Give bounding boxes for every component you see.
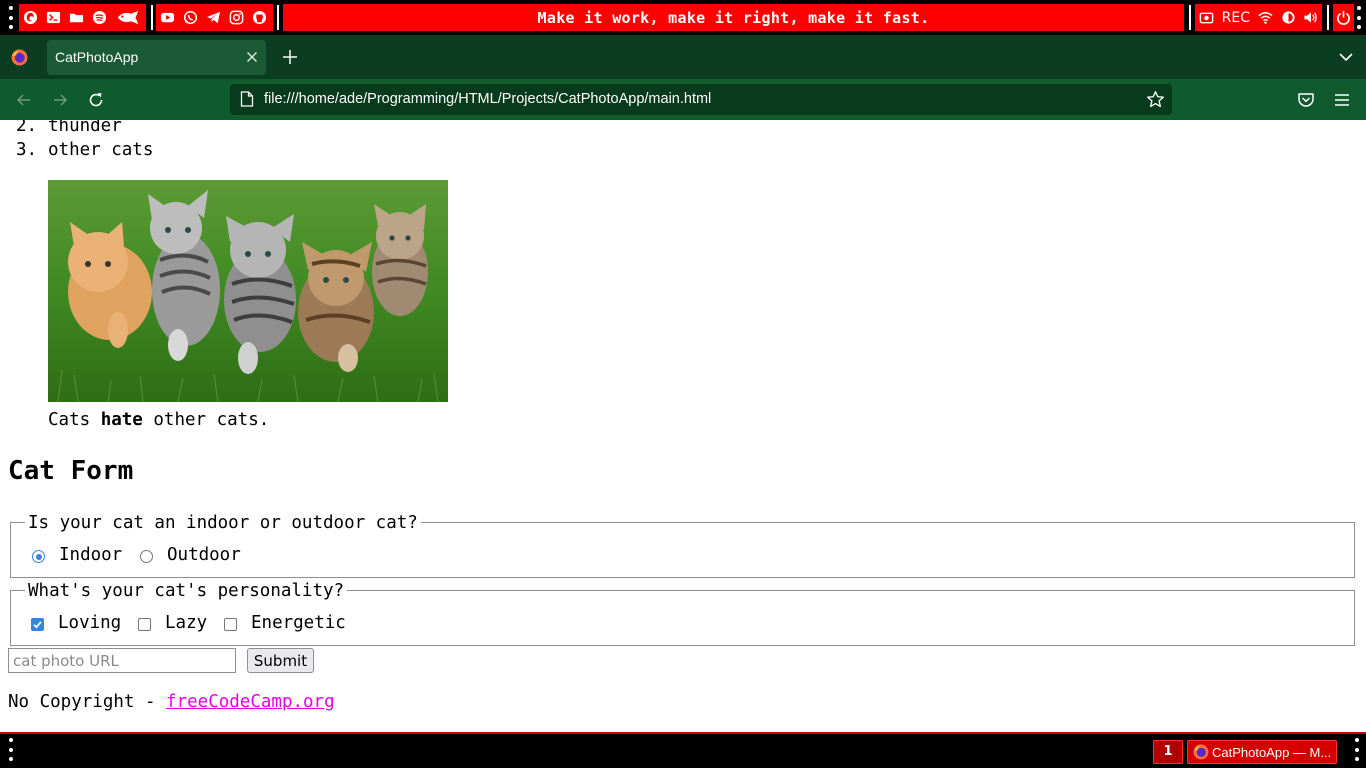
checkmark-icon [33,621,42,629]
folder-icon[interactable] [69,10,85,26]
tab-strip: CatPhotoApp [0,35,1366,79]
fieldset-legend: Is your cat an indoor or outdoor cat? [25,513,421,533]
separator [151,5,153,30]
taskbar: 1 CatPhotoApp — M... [0,732,1366,768]
list-item: 3. other cats [16,140,153,160]
form-heading: Cat Form [8,456,134,486]
lazy-label[interactable]: Lazy [165,613,207,633]
whatsapp-icon[interactable] [183,10,199,26]
github-icon[interactable] [252,10,268,26]
list-text: thunder [48,120,122,136]
energetic-checkbox[interactable] [224,618,237,631]
motto-text: Make it work, make it right, make it fas… [537,8,930,27]
indoor-outdoor-fieldset: Is your cat an indoor or outdoor cat? In… [10,513,1355,578]
outdoor-radio[interactable] [140,550,153,563]
submit-button[interactable]: Submit [247,648,314,673]
firefox-icon [1193,744,1209,760]
drag-handle-icon[interactable] [9,6,13,29]
drag-handle-icon[interactable] [1357,6,1361,29]
motto-segment: Make it work, make it right, make it fas… [283,4,1184,31]
status-group: REC [1195,4,1322,31]
taskbar-window-title: CatPhotoApp — M... [1212,745,1332,760]
launcher-group [19,4,146,31]
telegram-icon[interactable] [206,10,222,26]
navigation-toolbar: file:///home/ade/Programming/HTML/Projec… [0,79,1366,120]
cat-photo-url-input[interactable] [8,648,236,673]
caption-text: other cats. [142,410,270,430]
firefox-view-icon[interactable] [11,49,28,66]
outdoor-label[interactable]: Outdoor [167,545,241,565]
tab-title: CatPhotoApp [55,49,139,65]
url-text[interactable]: file:///home/ade/Programming/HTML/Projec… [264,91,711,107]
indoor-label[interactable]: Indoor [59,545,122,565]
page-icon[interactable] [240,91,254,107]
list-item: 2. thunder [16,120,122,136]
wifi-icon[interactable] [1258,10,1274,26]
power-segment [1333,4,1354,31]
system-bar: Make it work, make it right, make it fas… [0,0,1366,35]
instagram-icon[interactable] [229,10,245,26]
spotify-icon[interactable] [92,10,108,26]
separator [277,5,279,30]
personality-fieldset: What's your cat's personality? Loving La… [10,581,1355,646]
bookmark-star-icon[interactable] [1146,90,1165,109]
fish-icon[interactable] [115,10,141,26]
drag-handle-icon[interactable] [1355,738,1359,761]
caption-bold-text: hate [100,410,143,430]
menu-icon[interactable] [1333,91,1351,109]
caption-text: Cats [48,410,101,430]
power-icon[interactable] [1336,10,1351,26]
indoor-radio[interactable] [32,550,45,563]
page-content: 2. thunder 3. other cats Cats hate other… [0,120,1366,732]
cat-photo-image[interactable] [48,180,448,402]
new-tab-icon[interactable] [281,48,299,66]
screenshot-icon[interactable] [1199,10,1215,26]
volume-icon[interactable] [1303,10,1319,26]
freecodecamp-link[interactable]: freeCodeCamp.org [166,692,335,712]
tab-catphotoapp[interactable]: CatPhotoApp [47,40,266,75]
drag-handle-icon[interactable] [9,738,13,761]
list-text: other cats [48,140,154,160]
fieldset-legend: What's your cat's personality? [25,581,348,601]
separator [1327,5,1329,30]
loving-checkbox[interactable] [31,618,44,631]
reload-icon[interactable] [87,91,105,109]
recording-label[interactable]: REC [1222,10,1250,26]
brightness-icon[interactable] [1280,10,1296,26]
energetic-label[interactable]: Energetic [251,613,346,633]
social-group [156,4,273,31]
forward-icon[interactable] [51,91,69,109]
lazy-checkbox[interactable] [138,618,151,631]
youtube-icon[interactable] [160,10,176,26]
address-bar[interactable]: file:///home/ade/Programming/HTML/Projec… [230,84,1172,115]
chevron-down-icon[interactable] [1338,49,1354,65]
firefox-icon[interactable] [23,10,39,26]
list-number: 2. [16,120,38,136]
close-tab-icon[interactable] [246,48,258,66]
separator [1189,5,1191,30]
footer: No Copyright - freeCodeCamp.org [8,692,335,712]
workspace-indicator[interactable]: 1 [1153,740,1183,764]
footer-text: No Copyright - [8,692,167,712]
terminal-icon[interactable] [46,10,62,26]
pocket-icon[interactable] [1297,91,1315,109]
photo-caption: Cats hate other cats. [48,410,269,430]
list-number: 3. [16,140,38,160]
loving-label[interactable]: Loving [58,613,121,633]
back-icon[interactable] [15,91,33,109]
taskbar-window-button[interactable]: CatPhotoApp — M... [1187,740,1337,764]
